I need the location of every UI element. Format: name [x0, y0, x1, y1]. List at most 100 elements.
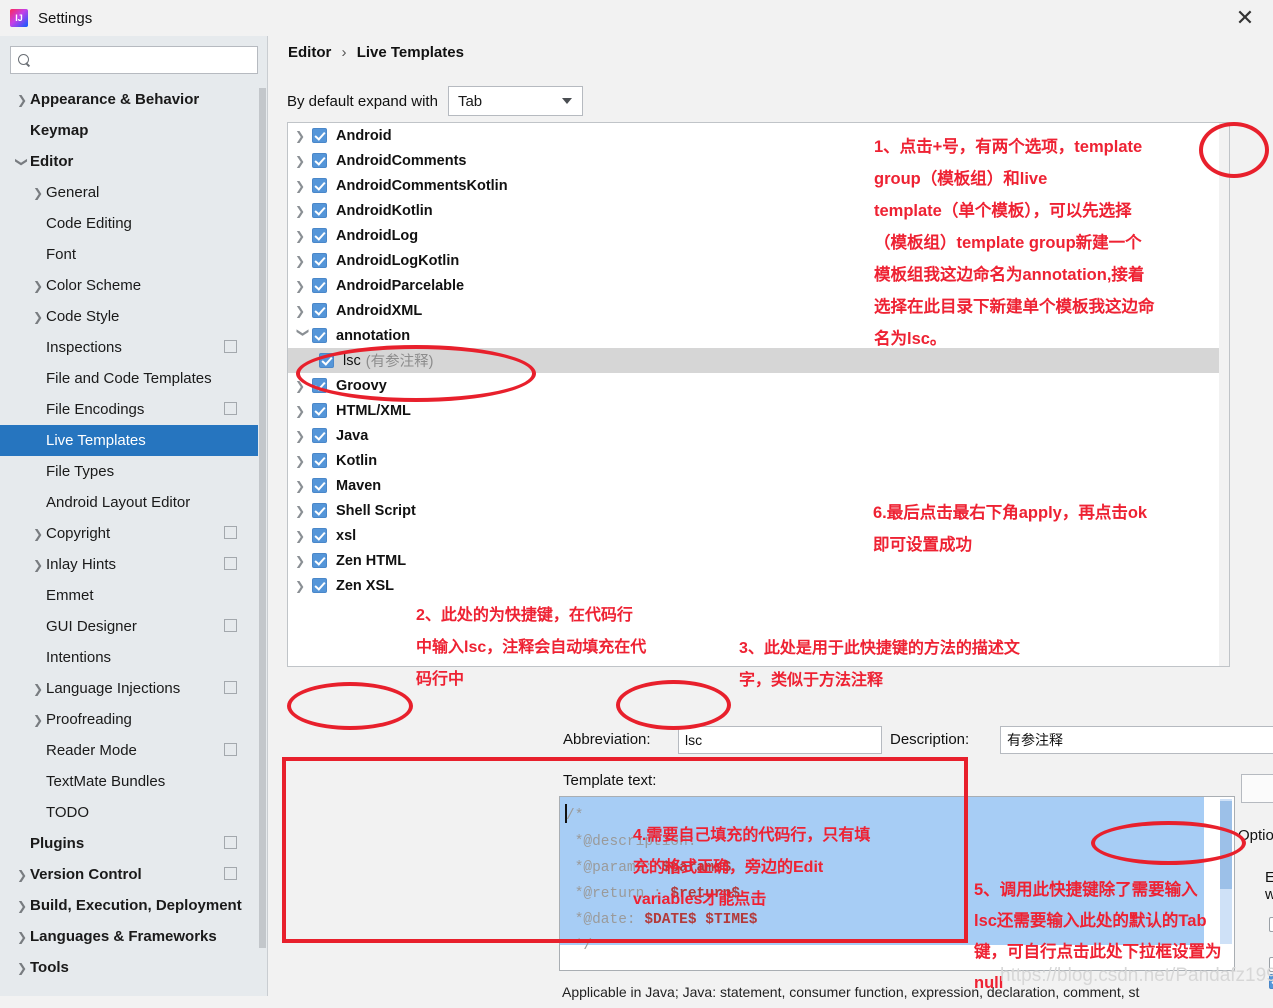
sidebar-item-live-templates[interactable]: ❯Live Templates	[0, 425, 267, 456]
sidebar-item-proofreading[interactable]: ❯ Proofreading	[0, 704, 267, 735]
template-checkbox[interactable]	[312, 303, 327, 318]
project-scope-icon	[221, 834, 237, 849]
sidebar-item-code-style[interactable]: ❯ Code Style	[0, 301, 267, 332]
chevron-right-icon[interactable]: ❯	[14, 930, 30, 944]
chevron-right-icon[interactable]: ❯	[295, 279, 312, 293]
breadcrumb-parent[interactable]: Editor	[288, 44, 331, 61]
template-row[interactable]: ❯ Zen XSL	[288, 573, 1229, 598]
sidebar-item-color-scheme[interactable]: ❯ Color Scheme	[0, 270, 267, 301]
chevron-right-icon[interactable]: ❯	[30, 279, 46, 293]
chevron-right-icon[interactable]: ❯	[14, 961, 30, 975]
edit-variables-button[interactable]: Edit variables	[1241, 774, 1273, 803]
chevron-right-icon[interactable]: ❯	[295, 404, 312, 418]
settings-window: Settings ✕ ❯Appearance & Behavior❯Keymap…	[0, 0, 1273, 1008]
template-list-scrollbar[interactable]	[1219, 123, 1229, 666]
chevron-right-icon[interactable]: ❯	[295, 129, 312, 143]
chevron-down-icon[interactable]: ❯	[15, 154, 29, 170]
sidebar-item-reader-mode[interactable]: ❯Reader Mode	[0, 735, 267, 766]
chevron-right-icon[interactable]: ❯	[295, 579, 312, 593]
sidebar-item-appearance-behavior[interactable]: ❯ Appearance & Behavior	[0, 84, 267, 115]
chevron-right-icon[interactable]: ❯	[295, 229, 312, 243]
sidebar-item-intentions[interactable]: ❯Intentions	[0, 642, 267, 673]
template-checkbox[interactable]	[312, 503, 327, 518]
chevron-right-icon[interactable]: ❯	[295, 529, 312, 543]
chevron-right-icon[interactable]: ❯	[14, 899, 30, 913]
chevron-right-icon[interactable]: ❯	[295, 504, 312, 518]
template-checkbox[interactable]	[312, 153, 327, 168]
template-checkbox[interactable]	[312, 203, 327, 218]
chevron-right-icon[interactable]: ❯	[30, 186, 46, 200]
search-box[interactable]	[10, 46, 258, 74]
chevron-right-icon[interactable]: ❯	[14, 93, 30, 107]
sidebar-item-android-layout-editor[interactable]: ❯Android Layout Editor	[0, 487, 267, 518]
template-checkbox[interactable]	[312, 378, 327, 393]
template-row[interactable]: ❯ Kotlin	[288, 448, 1229, 473]
template-row[interactable]: ❯ Java	[288, 423, 1229, 448]
chevron-right-icon[interactable]: ❯	[30, 558, 46, 572]
chevron-right-icon[interactable]: ❯	[30, 310, 46, 324]
chevron-right-icon[interactable]: ❯	[30, 713, 46, 727]
sidebar-item-todo[interactable]: ❯TODO	[0, 797, 267, 828]
sidebar-item-inspections[interactable]: ❯Inspections	[0, 332, 267, 363]
sidebar-item-file-types[interactable]: ❯File Types	[0, 456, 267, 487]
template-checkbox[interactable]	[312, 328, 327, 343]
chevron-right-icon[interactable]: ❯	[295, 254, 312, 268]
sidebar-item-emmet[interactable]: ❯Emmet	[0, 580, 267, 611]
close-icon[interactable]: ✕	[1225, 4, 1265, 32]
sidebar-item-languages-frameworks[interactable]: ❯ Languages & Frameworks	[0, 921, 267, 952]
chevron-right-icon[interactable]: ❯	[295, 379, 312, 393]
template-checkbox[interactable]	[319, 353, 334, 368]
template-checkbox[interactable]	[312, 278, 327, 293]
sidebar-item-editor[interactable]: ❯ Editor	[0, 146, 267, 177]
template-label: lsc	[343, 352, 361, 369]
sidebar-item-code-editing[interactable]: ❯Code Editing	[0, 208, 267, 239]
sidebar-item-keymap[interactable]: ❯Keymap	[0, 115, 267, 146]
description-input[interactable]	[1000, 726, 1273, 754]
template-checkbox[interactable]	[312, 253, 327, 268]
template-row[interactable]: ❯ Maven	[288, 473, 1229, 498]
template-checkbox[interactable]	[312, 228, 327, 243]
default-expand-dropdown[interactable]: Tab	[447, 86, 583, 116]
template-checkbox[interactable]	[312, 578, 327, 593]
template-checkbox[interactable]	[312, 453, 327, 468]
template-label: Groovy	[336, 377, 387, 394]
sidebar-item-tools[interactable]: ❯ Tools	[0, 952, 267, 983]
sidebar-item-inlay-hints[interactable]: ❯ Inlay Hints	[0, 549, 267, 580]
template-checkbox[interactable]	[312, 403, 327, 418]
sidebar-item-textmate-bundles[interactable]: ❯TextMate Bundles	[0, 766, 267, 797]
sidebar-item-general[interactable]: ❯ General	[0, 177, 267, 208]
template-checkbox[interactable]	[312, 428, 327, 443]
sidebar-item-gui-designer[interactable]: ❯GUI Designer	[0, 611, 267, 642]
template-checkbox[interactable]	[312, 478, 327, 493]
template-row[interactable]: ❯ Groovy	[288, 373, 1229, 398]
chevron-right-icon[interactable]: ❯	[14, 868, 30, 882]
chevron-right-icon[interactable]: ❯	[295, 454, 312, 468]
template-checkbox[interactable]	[312, 528, 327, 543]
chevron-right-icon[interactable]: ❯	[30, 682, 46, 696]
chevron-right-icon[interactable]: ❯	[295, 179, 312, 193]
chevron-right-icon[interactable]: ❯	[295, 154, 312, 168]
chevron-down-icon[interactable]: ❯	[297, 327, 311, 344]
settings-sidebar: ❯Appearance & Behavior❯Keymap❯Editor❯Gen…	[0, 36, 268, 996]
sidebar-item-file-and-code-templates[interactable]: ❯File and Code Templates	[0, 363, 267, 394]
sidebar-item-font[interactable]: ❯Font	[0, 239, 267, 270]
sidebar-item-language-injections[interactable]: ❯ Language Injections	[0, 673, 267, 704]
chevron-right-icon[interactable]: ❯	[295, 204, 312, 218]
chevron-right-icon[interactable]: ❯	[30, 527, 46, 541]
sidebar-item-build-execution-deployment[interactable]: ❯ Build, Execution, Deployment	[0, 890, 267, 921]
chevron-right-icon[interactable]: ❯	[295, 304, 312, 318]
search-input[interactable]	[35, 51, 245, 69]
chevron-right-icon[interactable]: ❯	[295, 479, 312, 493]
sidebar-scrollbar-thumb[interactable]	[259, 88, 266, 948]
sidebar-item-version-control[interactable]: ❯ Version Control	[0, 859, 267, 890]
sidebar-item-plugins[interactable]: ❯Plugins	[0, 828, 267, 859]
template-checkbox[interactable]	[312, 553, 327, 568]
chevron-right-icon[interactable]: ❯	[295, 429, 312, 443]
chevron-right-icon[interactable]: ❯	[295, 554, 312, 568]
abbreviation-input[interactable]	[678, 726, 882, 754]
template-checkbox[interactable]	[312, 128, 327, 143]
sidebar-item-file-encodings[interactable]: ❯File Encodings	[0, 394, 267, 425]
sidebar-item-copyright[interactable]: ❯ Copyright	[0, 518, 267, 549]
template-checkbox[interactable]	[312, 178, 327, 193]
template-row[interactable]: ❯ HTML/XML	[288, 398, 1229, 423]
